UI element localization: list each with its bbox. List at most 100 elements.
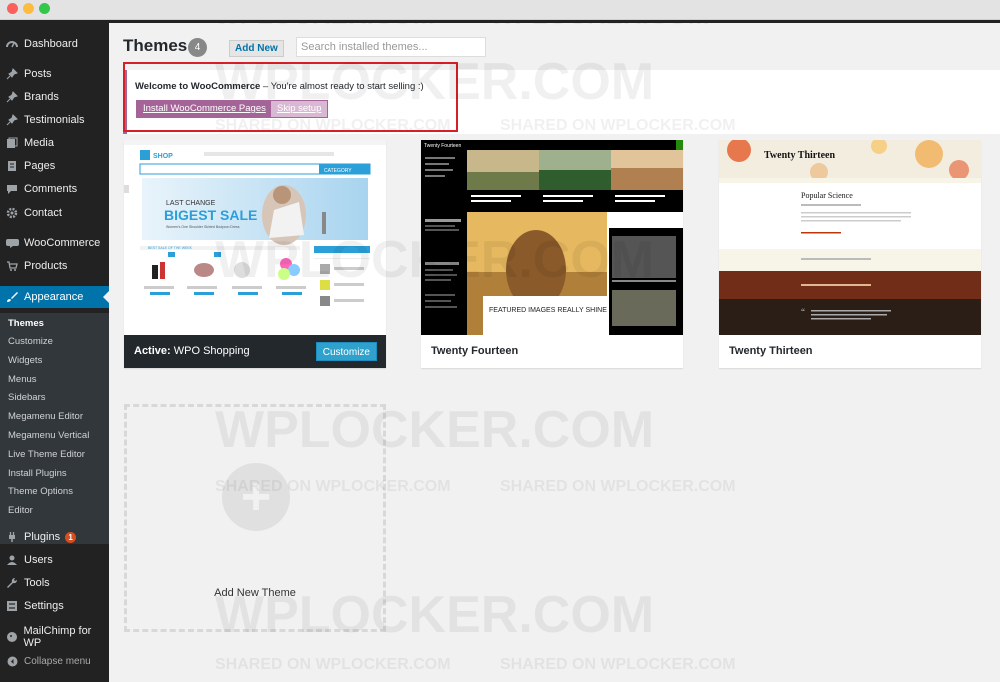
plus-icon: +	[222, 463, 290, 531]
sidebar-item-mailchimp[interactable]: MailChimp for WP	[0, 625, 109, 649]
sidebar-item-label: Users	[24, 554, 53, 566]
sidebar-item-testimonials[interactable]: Testimonials	[0, 109, 109, 131]
submenu-editor[interactable]: Editor	[8, 504, 33, 518]
media-icon	[5, 136, 19, 150]
add-new-theme-tile[interactable]: + Add New Theme	[124, 404, 386, 632]
sidebar-item-appearance[interactable]: Appearance	[0, 286, 109, 308]
customize-button[interactable]: Customize	[315, 342, 377, 361]
theme-card-footer: Active: WPO Shopping Customize	[124, 335, 386, 368]
sidebar-item-contact[interactable]: Contact	[0, 202, 109, 224]
watermark: SHARED ON WPLOCKER.COM	[215, 656, 451, 673]
svg-text:Popular Science: Popular Science	[801, 191, 853, 200]
sidebar-item-label: Products	[24, 260, 68, 272]
sidebar-item-comments[interactable]: Comments	[0, 178, 109, 200]
sidebar-item-pages[interactable]: Pages	[0, 155, 109, 177]
theme-card-twenty-thirteen[interactable]: Twenty Thirteen Popular Science “ Twenty…	[719, 140, 981, 368]
sidebar-item-users[interactable]: Users	[0, 549, 109, 571]
sidebar-item-posts[interactable]: Posts	[0, 63, 109, 85]
theme-name: Twenty Thirteen	[729, 345, 813, 357]
sidebar-item-products[interactable]: Products	[0, 255, 109, 277]
submenu-theme-options[interactable]: Theme Options	[8, 485, 73, 499]
comment-icon	[5, 182, 19, 196]
sidebar-item-label: Brands	[24, 91, 59, 103]
submenu-themes[interactable]: Themes	[8, 317, 44, 331]
svg-text:“: “	[801, 307, 805, 317]
theme-screenshot: Twenty Thirteen Popular Science “	[719, 140, 981, 335]
svg-text:Twenty Fourteen: Twenty Fourteen	[424, 143, 461, 149]
appearance-submenu: Themes Customize Widgets Menus Sidebars …	[0, 313, 109, 544]
theme-name: Twenty Fourteen	[431, 345, 519, 357]
brush-icon	[5, 290, 19, 304]
svg-text:BEST SALE OF THE WEEK: BEST SALE OF THE WEEK	[148, 246, 193, 250]
svg-text:Twenty Thirteen: Twenty Thirteen	[764, 150, 835, 161]
shop-logo: SHOP	[153, 153, 173, 160]
theme-card-footer: Twenty Fourteen	[421, 335, 683, 368]
pin-icon	[5, 67, 19, 81]
sidebar-item-tools[interactable]: Tools	[0, 572, 109, 594]
admin-sidebar: Dashboard Posts Brands Testimonials Medi…	[0, 20, 109, 682]
theme-card-wpo-shopping[interactable]: SHOP CATEGORY LAST CHANGE BIGEST SALE Wo…	[124, 140, 386, 368]
sidebar-item-dashboard[interactable]: Dashboard	[0, 33, 109, 55]
theme-count-badge: 4	[188, 38, 207, 57]
pin-icon	[5, 113, 19, 127]
watermark: SHARED ON WPLOCKER.COM	[500, 656, 736, 673]
maximize-window-button[interactable]	[39, 3, 50, 14]
submenu-install-plugins[interactable]: Install Plugins	[8, 467, 67, 481]
submenu-megamenu-editor[interactable]: Megamenu Editor	[8, 410, 83, 424]
settings-icon	[5, 599, 19, 613]
active-indicator	[103, 291, 109, 303]
theme-card-twenty-fourteen[interactable]: Twenty Fourteen FEATURED IMAGES REALLY S…	[421, 140, 683, 368]
sidebar-item-label: Plugins	[24, 531, 61, 543]
submenu-menus[interactable]: Menus	[8, 373, 37, 387]
sidebar-item-label: Contact	[24, 207, 62, 219]
sidebar-item-media[interactable]: Media	[0, 132, 109, 154]
add-new-theme-button[interactable]: Add New	[229, 40, 284, 57]
admin-bar	[109, 20, 1000, 23]
theme-card-footer: Twenty Thirteen	[719, 335, 981, 368]
annotation-highlight-box	[123, 62, 458, 132]
user-icon	[5, 553, 19, 567]
svg-text:Women's One Shoulder Skirted B: Women's One Shoulder Skirted Bodycon Dre…	[166, 225, 240, 229]
add-new-theme-label: Add New Theme	[214, 587, 296, 599]
theme-screenshot: Twenty Fourteen FEATURED IMAGES REALLY S…	[421, 140, 683, 335]
collapse-icon	[5, 654, 19, 668]
page-icon	[5, 159, 19, 173]
submenu-live-theme-editor[interactable]: Live Theme Editor	[8, 448, 85, 462]
pin-icon	[5, 90, 19, 104]
plugin-icon	[5, 530, 19, 544]
close-window-button[interactable]	[7, 3, 18, 14]
submenu-megamenu-vertical[interactable]: Megamenu Vertical	[8, 429, 89, 443]
sidebar-item-label: Tools	[24, 577, 50, 589]
mailchimp-icon	[5, 630, 19, 644]
woo-icon	[5, 236, 19, 250]
sidebar-item-settings[interactable]: Settings	[0, 595, 109, 617]
gear-icon	[5, 206, 19, 220]
sidebar-item-label: Appearance	[24, 291, 84, 303]
sidebar-item-label: Settings	[24, 600, 64, 612]
submenu-customize[interactable]: Customize	[8, 335, 53, 349]
page-title: Themes	[123, 36, 188, 55]
theme-screenshot: SHOP CATEGORY LAST CHANGE BIGEST SALE Wo…	[124, 140, 386, 335]
search-themes-input[interactable]	[296, 37, 486, 57]
cart-icon	[5, 259, 19, 273]
sidebar-item-label: Comments	[24, 183, 78, 195]
dashboard-icon	[5, 37, 19, 51]
submenu-widgets[interactable]: Widgets	[8, 354, 42, 368]
watermark: SHARED ON WPLOCKER.COM	[500, 478, 736, 495]
theme-name: Active: WPO Shopping	[134, 345, 250, 357]
sidebar-item-label: Dashboard	[24, 38, 78, 50]
wrench-icon	[5, 576, 19, 590]
window-titlebar	[0, 0, 1000, 20]
sidebar-item-label: Pages	[24, 160, 56, 172]
sidebar-item-plugins[interactable]: Plugins 1	[0, 526, 109, 548]
svg-text:BIGEST SALE: BIGEST SALE	[164, 207, 257, 223]
collapse-label: Collapse menu	[24, 655, 91, 667]
sidebar-item-label: Testimonials	[24, 114, 85, 126]
update-count-badge: 1	[65, 531, 77, 543]
minimize-window-button[interactable]	[23, 3, 34, 14]
collapse-menu-button[interactable]: Collapse menu	[0, 650, 109, 672]
sidebar-item-label: Media	[24, 137, 54, 149]
submenu-sidebars[interactable]: Sidebars	[8, 391, 46, 405]
sidebar-item-brands[interactable]: Brands	[0, 86, 109, 108]
sidebar-item-woocommerce[interactable]: WooCommerce	[0, 232, 109, 254]
